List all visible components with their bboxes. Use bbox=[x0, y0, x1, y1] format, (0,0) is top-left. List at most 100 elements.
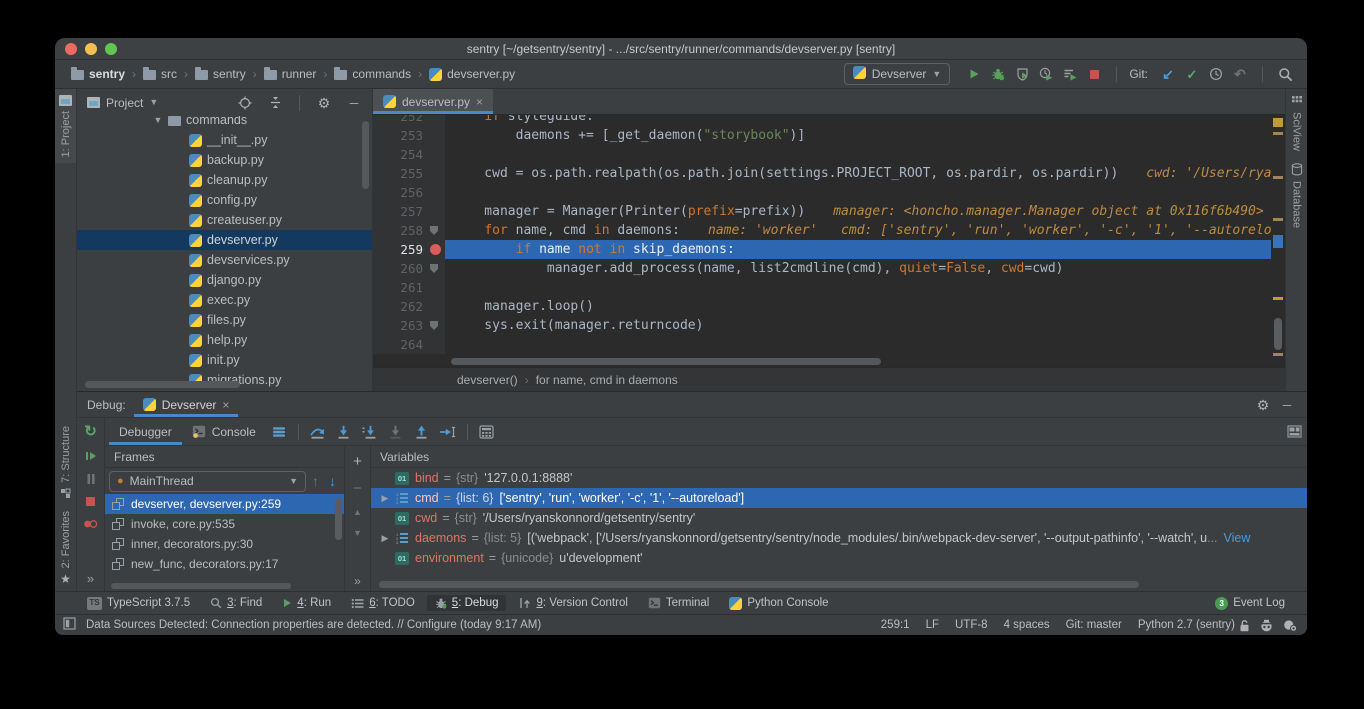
code-editor[interactable]: 252 if styleguide:253 daemons += [_get_d… bbox=[373, 115, 1285, 357]
interpreter-gear-icon[interactable] bbox=[1283, 619, 1297, 632]
code-line-254[interactable]: 254 bbox=[373, 145, 1271, 164]
variable-row-environment[interactable]: 01environment={unicode}u'development' bbox=[371, 548, 1307, 568]
stripe-tab-sciview[interactable]: SciView bbox=[1286, 89, 1307, 157]
evaluate-expression-button[interactable] bbox=[474, 420, 500, 444]
code-line-255[interactable]: 255 cwd = os.path.realpath(os.path.join(… bbox=[373, 164, 1271, 183]
move-up-button[interactable]: ▲ bbox=[353, 508, 362, 517]
tree-item-django.py[interactable]: django.py bbox=[77, 270, 372, 290]
run-to-cursor-button[interactable] bbox=[435, 420, 461, 444]
step-over-button[interactable] bbox=[305, 420, 331, 444]
view-options-icon[interactable] bbox=[266, 420, 292, 444]
code-line-253[interactable]: 253 daemons += [_get_daemon("storybook")… bbox=[373, 126, 1271, 145]
code-line-259[interactable]: 259 if name not in skip_daemons: bbox=[373, 240, 1271, 259]
code-line-256[interactable]: 256 bbox=[373, 183, 1271, 202]
toolwindow-button-run[interactable]: 4: Run bbox=[274, 595, 339, 611]
toolwindow-button-terminal[interactable]: Terminal bbox=[640, 595, 717, 611]
tree-item-__init__.py[interactable]: __init__.py bbox=[77, 130, 372, 150]
editor-horizontal-scrollbar[interactable] bbox=[373, 357, 1285, 367]
smart-step-into-button[interactable] bbox=[383, 420, 409, 444]
tree-item-exec.py[interactable]: exec.py bbox=[77, 290, 372, 310]
gutter-line-258[interactable]: 258 bbox=[373, 221, 445, 240]
stripe-tab-database[interactable]: Database bbox=[1286, 157, 1307, 234]
stripe-tab--structure[interactable]: 7: Structure bbox=[55, 420, 76, 505]
status-item-0[interactable]: 259:1 bbox=[881, 619, 910, 631]
code-line-257[interactable]: 257 manager = Manager(Printer(prefix=pre… bbox=[373, 202, 1271, 221]
frames-vertical-scrollbar[interactable] bbox=[335, 498, 342, 540]
gutter-line-260[interactable]: 260 bbox=[373, 259, 445, 278]
chevron-down-icon[interactable]: ▼ bbox=[149, 98, 158, 107]
breadcrumb-item-commands[interactable]: commands bbox=[332, 66, 413, 82]
view-breakpoints-button[interactable] bbox=[83, 518, 98, 530]
history-button[interactable] bbox=[1204, 63, 1228, 85]
toolwindow-button-python-console[interactable]: Python Console bbox=[721, 595, 836, 612]
code-breadcrumb-item[interactable]: for name, cmd in daemons bbox=[536, 373, 678, 387]
breadcrumb-item-devserver.py[interactable]: devserver.py bbox=[427, 66, 517, 82]
gutter-line-256[interactable]: 256 bbox=[373, 183, 445, 202]
stack-frame-row[interactable]: inner, decorators.py:30 bbox=[105, 534, 344, 554]
run-configuration-select[interactable]: Devserver ▼ bbox=[844, 63, 951, 85]
fold-marker-icon[interactable] bbox=[430, 226, 438, 235]
pause-button[interactable] bbox=[86, 473, 96, 485]
expand-icon[interactable]: ▶ bbox=[377, 493, 393, 504]
code-line-260[interactable]: 260 manager.add_process(name, list2cmdli… bbox=[373, 259, 1271, 278]
gutter-line-264[interactable]: 264 bbox=[373, 335, 445, 354]
tool-window-toggle-icon[interactable] bbox=[63, 617, 76, 633]
breadcrumb-item-src[interactable]: src bbox=[141, 66, 179, 82]
debug-settings-gear-icon[interactable]: ⚙ bbox=[1251, 394, 1275, 416]
project-vertical-scrollbar[interactable] bbox=[362, 121, 369, 189]
previous-frame-icon[interactable]: ↑ bbox=[312, 474, 319, 488]
frames-horizontal-scrollbar[interactable] bbox=[111, 583, 291, 589]
status-item-1[interactable]: LF bbox=[926, 619, 939, 631]
code-line-252[interactable]: 252 if styleguide: bbox=[373, 115, 1271, 126]
tree-item-createuser.py[interactable]: createuser.py bbox=[77, 210, 372, 230]
restore-layout-icon[interactable] bbox=[1281, 420, 1307, 444]
breadcrumb-item-sentry[interactable]: sentry bbox=[69, 66, 127, 82]
code-line-261[interactable]: 261 bbox=[373, 278, 1271, 297]
tree-item-commands[interactable]: ▼commands bbox=[77, 116, 372, 130]
error-stripe[interactable] bbox=[1271, 115, 1285, 357]
search-everywhere-button[interactable] bbox=[1273, 63, 1297, 85]
rollback-button[interactable]: ↶ bbox=[1228, 63, 1252, 85]
run-button[interactable] bbox=[962, 63, 986, 85]
code-line-264[interactable]: 264 bbox=[373, 335, 1271, 354]
status-item-5[interactable]: Python 2.7 (sentry) bbox=[1138, 619, 1235, 631]
gutter-line-257[interactable]: 257 bbox=[373, 202, 445, 221]
settings-gear-icon[interactable]: ⚙ bbox=[312, 92, 336, 114]
close-tab-icon[interactable]: × bbox=[476, 96, 483, 108]
toolwindow-button-version-control[interactable]: 9: Version Control bbox=[510, 595, 635, 611]
tree-item-files.py[interactable]: files.py bbox=[77, 310, 372, 330]
close-session-icon[interactable]: × bbox=[222, 399, 229, 411]
editor-tab-devserver[interactable]: devserver.py × bbox=[373, 89, 493, 114]
stripe-tab--favorites[interactable]: 2: Favorites★ bbox=[55, 505, 76, 591]
stack-frame-row[interactable]: new_func, decorators.py:17 bbox=[105, 554, 344, 574]
stripe-tab--project[interactable]: 1: Project bbox=[55, 89, 76, 163]
status-item-3[interactable]: 4 spaces bbox=[1004, 619, 1050, 631]
code-breadcrumb-item[interactable]: devserver() bbox=[457, 373, 518, 387]
gutter-line-254[interactable]: 254 bbox=[373, 145, 445, 164]
gutter-line-262[interactable]: 262 bbox=[373, 297, 445, 316]
tab-console[interactable]: Console bbox=[182, 418, 266, 445]
toolwindow-button-event-log[interactable]: 3Event Log bbox=[1207, 595, 1293, 612]
variable-row-daemons[interactable]: ▶123daemons={list: 5}[('webpack', ['/Use… bbox=[371, 528, 1307, 548]
variable-row-cmd[interactable]: ▶123cmd={list: 6}['sentry', 'run', 'work… bbox=[371, 488, 1307, 508]
tree-expand-caret[interactable]: ▼ bbox=[153, 116, 163, 125]
collapse-all-button[interactable] bbox=[263, 92, 287, 114]
stop-button[interactable] bbox=[85, 496, 96, 507]
rerun-button[interactable]: ↻ bbox=[84, 424, 97, 439]
commit-button[interactable]: ✓ bbox=[1180, 63, 1204, 85]
run-with-configuration-button[interactable] bbox=[1058, 63, 1082, 85]
stop-button[interactable] bbox=[1082, 63, 1106, 85]
stack-frame-row[interactable]: invoke, core.py:535 bbox=[105, 514, 344, 534]
next-frame-icon[interactable]: ↓ bbox=[329, 474, 336, 488]
tree-item-cleanup.py[interactable]: cleanup.py bbox=[77, 170, 372, 190]
variable-row-cwd[interactable]: 01cwd={str}'/Users/ryanskonnord/getsentr… bbox=[371, 508, 1307, 528]
maximize-window-button[interactable] bbox=[105, 43, 117, 55]
thread-selector[interactable]: ● MainThread ▼ bbox=[109, 471, 306, 492]
locate-file-button[interactable] bbox=[233, 92, 257, 114]
breadcrumb-item-sentry[interactable]: sentry bbox=[193, 66, 248, 82]
debug-button[interactable] bbox=[986, 63, 1010, 85]
tree-item-devserver.py[interactable]: devserver.py bbox=[77, 230, 372, 250]
toolwindow-button-find[interactable]: 3: Find bbox=[202, 595, 270, 611]
fold-marker-icon[interactable] bbox=[430, 264, 438, 273]
view-value-link[interactable]: View bbox=[1224, 531, 1251, 545]
